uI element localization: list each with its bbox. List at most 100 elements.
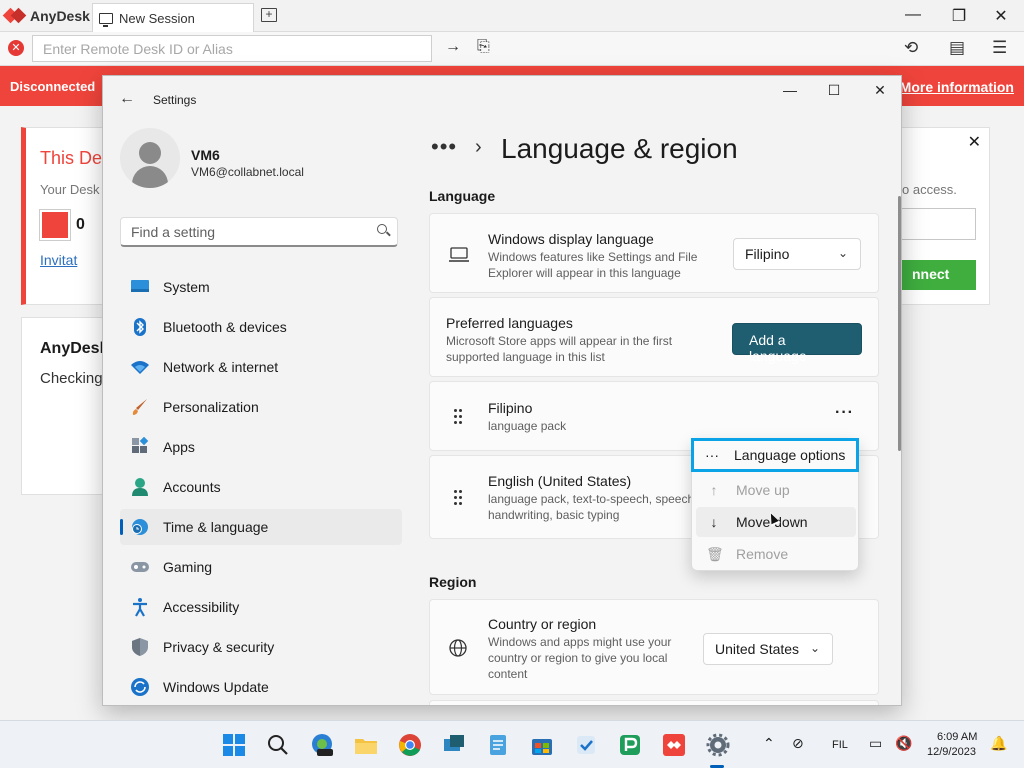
tab-label: New Session	[119, 10, 195, 26]
back-arrow-icon[interactable]: ←	[119, 90, 135, 108]
search-icon	[377, 224, 387, 234]
clock-date[interactable]: 12/9/2023	[927, 746, 976, 758]
display-language-select[interactable]: Filipino ⌄	[733, 238, 861, 270]
maximize-icon[interactable]: ☐	[824, 82, 844, 99]
drag-handle-icon[interactable]	[454, 409, 462, 425]
store-icon[interactable]	[530, 733, 554, 757]
bluetooth-icon	[130, 317, 150, 337]
sidebar-item-label: System	[163, 279, 210, 295]
sidebar-item-network[interactable]: Network & internet	[120, 349, 402, 385]
edge-preview-icon[interactable]	[310, 733, 334, 757]
sidebar-item-windows-update[interactable]: Windows Update	[120, 669, 402, 705]
country-title: Country or region	[488, 616, 597, 632]
search-input[interactable]: Find a setting	[120, 217, 398, 247]
minimize-icon[interactable]: —	[903, 6, 923, 24]
notification-bell-icon[interactable]: 🔔	[990, 735, 1007, 752]
file-explorer-icon[interactable]	[354, 733, 378, 757]
sidebar-item-system[interactable]: System	[120, 269, 402, 305]
search-icon[interactable]	[266, 733, 290, 757]
connect-arrow-icon[interactable]: →	[445, 38, 461, 56]
sidebar-item-personalization[interactable]: Personalization	[120, 389, 402, 425]
minimize-icon[interactable]: —	[780, 82, 800, 98]
new-tab-icon[interactable]: +	[261, 8, 277, 22]
invite-link[interactable]: Invitat	[40, 252, 77, 268]
start-icon[interactable]	[222, 733, 246, 757]
menu-item-remove: 🗑 Remove	[696, 539, 856, 569]
menu-item-move-up: ↑ Move up	[696, 475, 856, 505]
sidebar-item-label: Accounts	[163, 479, 221, 495]
sidebar-item-time-language[interactable]: Time & language	[120, 509, 402, 545]
avatar[interactable]	[120, 128, 180, 188]
remote-desktop-icon[interactable]	[442, 733, 466, 757]
language-name: Filipino	[488, 400, 533, 416]
avatar-head	[139, 142, 161, 164]
network-offline-icon[interactable]: ⊘	[792, 735, 804, 752]
more-options-icon[interactable]: ···	[835, 404, 854, 422]
desk-id: 0	[76, 216, 85, 233]
sidebar-item-label: Windows Update	[163, 679, 269, 695]
anydesk-taskbar-icon[interactable]	[662, 733, 686, 757]
menu-icon[interactable]: ☰	[992, 38, 1007, 58]
sidebar-item-gaming[interactable]: Gaming	[120, 549, 402, 585]
close-icon[interactable]: ✕	[968, 132, 981, 152]
volume-muted-icon[interactable]: 🔇	[895, 735, 912, 752]
gamepad-icon	[130, 557, 150, 577]
more-icon: ···	[705, 447, 719, 463]
remote-field[interactable]	[902, 208, 976, 240]
update-icon	[130, 677, 150, 697]
input-language[interactable]: FIL	[832, 739, 848, 751]
section-language: Language	[429, 188, 496, 204]
file-transfer-icon[interactable]: ⎘	[477, 38, 490, 56]
profile-email: VM6@collabnet.local	[191, 165, 304, 179]
country-select[interactable]: United States ⌄	[703, 633, 833, 665]
menu-item-label: Remove	[736, 546, 789, 562]
sidebar-item-bluetooth[interactable]: Bluetooth & devices	[120, 309, 402, 345]
remote-desk-card: ✕ o access. nnect	[901, 127, 990, 305]
tab-new-session[interactable]: New Session	[92, 3, 254, 32]
history-icon[interactable]: ⟲	[904, 38, 918, 58]
sidebar-item-label: Time & language	[163, 519, 269, 535]
sidebar-item-accounts[interactable]: Accounts	[120, 469, 402, 505]
anydesk-titlebar: AnyDesk New Session + — ❐ ✕	[0, 0, 1024, 32]
outlook-icon[interactable]	[574, 733, 598, 757]
sidebar-item-label: Gaming	[163, 559, 213, 575]
sidebar-item-label: Accessibility	[163, 599, 240, 615]
connect-button[interactable]: nnect	[902, 260, 976, 290]
banner-status: Disconnected	[10, 79, 96, 94]
close-icon[interactable]: ✕	[991, 6, 1011, 26]
add-language-button[interactable]: Add a language	[732, 323, 862, 364]
language-name: English (United States)	[488, 473, 632, 489]
breadcrumb-more[interactable]: •••	[431, 134, 457, 160]
display-language-desc: Windows features like Settings and File …	[488, 250, 698, 280]
settings-gear-icon[interactable]	[706, 733, 730, 757]
sidebar-item-accessibility[interactable]: Accessibility	[120, 589, 402, 625]
card-title: AnyDesk	[40, 340, 109, 357]
this-desk-card: This De Your Desk 0 Invitat	[21, 127, 105, 305]
restore-icon[interactable]: ❐	[949, 6, 969, 26]
anydesk-status-card: AnyDesk Checking	[21, 317, 109, 495]
chrome-icon[interactable]	[398, 733, 422, 757]
clock-time[interactable]: 6:09 AM	[937, 731, 977, 743]
display-icon[interactable]: ▭	[869, 735, 882, 752]
sidebar-item-apps[interactable]: Apps	[120, 429, 402, 465]
menu-item-language-options[interactable]: ··· Language options	[691, 438, 859, 472]
remote-id-input[interactable]: Enter Remote Desk ID or Alias	[32, 35, 432, 62]
sidebar-item-privacy[interactable]: Privacy & security	[120, 629, 402, 665]
more-information-link[interactable]: More information	[900, 79, 1014, 95]
shield-icon	[130, 637, 150, 657]
monitor-icon	[130, 277, 150, 297]
display-language-value: Filipino	[745, 246, 790, 262]
chevron-up-icon[interactable]: ⌃	[763, 735, 775, 752]
menu-item-label: Move up	[736, 482, 790, 498]
scrollbar[interactable]	[898, 196, 901, 451]
close-icon[interactable]: ✕	[870, 82, 890, 99]
profile-name: VM6	[191, 147, 220, 163]
app-name: AnyDesk	[30, 8, 90, 24]
accounts-icon	[130, 477, 150, 497]
drag-handle-icon[interactable]	[454, 490, 462, 506]
notepad-icon[interactable]	[486, 733, 510, 757]
pdf-app-icon[interactable]	[618, 733, 642, 757]
address-book-icon[interactable]: ▤	[949, 38, 965, 58]
card-subtitle: Your Desk	[40, 182, 100, 197]
sidebar-item-label: Privacy & security	[163, 639, 275, 655]
